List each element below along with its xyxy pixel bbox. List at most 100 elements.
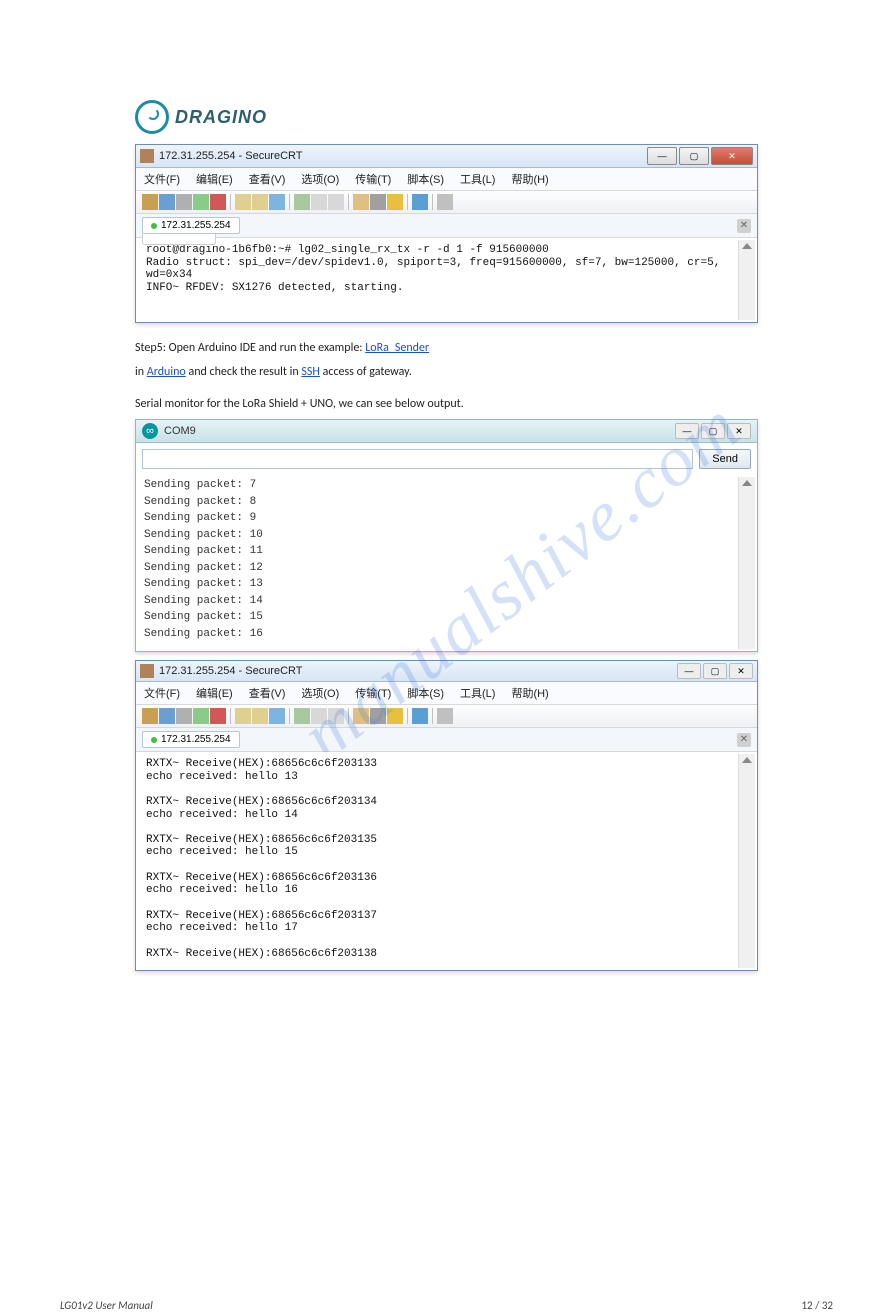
toolbar-icon[interactable] bbox=[159, 194, 175, 210]
maximize-button[interactable]: ▢ bbox=[703, 663, 727, 679]
terminal-lines: RXTX~ Receive(HEX):68656c6c6f203133 echo… bbox=[146, 758, 747, 960]
scrollbar[interactable] bbox=[738, 240, 755, 320]
serial-line: Sending packet: 16 bbox=[144, 626, 749, 643]
toolbar-icon[interactable] bbox=[387, 194, 403, 210]
terminal-output: RXTX~ Receive(HEX):68656c6c6f203133 echo… bbox=[136, 752, 757, 970]
toolbar-icon[interactable] bbox=[210, 194, 226, 210]
toolbar-icon[interactable] bbox=[412, 194, 428, 210]
minimize-button[interactable]: — bbox=[647, 147, 677, 165]
toolbar-icon[interactable] bbox=[269, 194, 285, 210]
separator-icon bbox=[432, 708, 433, 724]
link-ssh[interactable]: SSH bbox=[301, 365, 320, 379]
toolbar-icon[interactable] bbox=[252, 194, 268, 210]
toolbar-icon[interactable] bbox=[176, 194, 192, 210]
toolbar-icon[interactable] bbox=[142, 708, 158, 724]
toolbar-icon[interactable] bbox=[437, 194, 453, 210]
toolbar-icon[interactable] bbox=[269, 708, 285, 724]
menu-script[interactable]: 脚本(S) bbox=[407, 685, 444, 701]
footer: LG01v2 User Manual 12 / 32 bbox=[0, 1299, 893, 1312]
toolbar-icon[interactable] bbox=[370, 708, 386, 724]
titlebar: 172.31.255.254 - SecureCRT — ▢ ✕ bbox=[136, 661, 757, 682]
toolbar-icon[interactable] bbox=[294, 708, 310, 724]
toolbar-icon[interactable] bbox=[387, 708, 403, 724]
toolbar-icon[interactable] bbox=[353, 194, 369, 210]
close-button[interactable]: ✕ bbox=[727, 423, 751, 439]
toolbar bbox=[136, 705, 757, 728]
menu-options[interactable]: 选项(O) bbox=[301, 685, 339, 701]
close-tab-icon[interactable]: ✕ bbox=[737, 219, 751, 233]
session-tab[interactable]: 172.31.255.254 bbox=[142, 217, 240, 234]
close-tab-icon[interactable]: ✕ bbox=[737, 733, 751, 747]
serial-line: Sending packet: 8 bbox=[144, 494, 749, 511]
toolbar-icon[interactable] bbox=[252, 708, 268, 724]
tabbar: 172.31.255.254 ✕ bbox=[136, 728, 757, 752]
menu-edit[interactable]: 编辑(E) bbox=[196, 685, 233, 701]
toolbar-icon[interactable] bbox=[210, 708, 226, 724]
serial-input[interactable] bbox=[142, 449, 693, 469]
scroll-up-icon[interactable] bbox=[742, 480, 752, 486]
send-button[interactable]: Send bbox=[699, 449, 751, 469]
separator-icon bbox=[348, 194, 349, 210]
toolbar-icon[interactable] bbox=[353, 708, 369, 724]
minimize-button[interactable]: — bbox=[677, 663, 701, 679]
toolbar-icon[interactable] bbox=[294, 194, 310, 210]
paragraph: in Arduino and check the result in SSH a… bbox=[135, 363, 758, 381]
toolbar-icon[interactable] bbox=[328, 194, 344, 210]
serial-line: Sending packet: 11 bbox=[144, 543, 749, 560]
menu-tools[interactable]: 工具(L) bbox=[460, 171, 495, 187]
link-lora-sender[interactable]: LoRa_Sender bbox=[365, 341, 429, 355]
close-button[interactable]: ✕ bbox=[711, 147, 753, 165]
maximize-button[interactable]: ▢ bbox=[701, 423, 725, 439]
tabbar: 172.31.255.254 ✕ bbox=[136, 214, 757, 238]
toolbar-icon[interactable] bbox=[176, 708, 192, 724]
serial-line: Sending packet: 13 bbox=[144, 576, 749, 593]
close-button[interactable]: ✕ bbox=[729, 663, 753, 679]
menu-help[interactable]: 帮助(H) bbox=[511, 171, 548, 187]
menu-tools[interactable]: 工具(L) bbox=[460, 685, 495, 701]
separator-icon bbox=[230, 708, 231, 724]
toolbar-icon[interactable] bbox=[235, 194, 251, 210]
minimize-button[interactable]: — bbox=[675, 423, 699, 439]
scroll-up-icon[interactable] bbox=[742, 757, 752, 763]
arduino-serial-window: ∞ COM9 — ▢ ✕ Send Sending packet: 7 Send… bbox=[135, 419, 758, 652]
tab-label: 172.31.255.254 bbox=[161, 220, 231, 231]
toolbar-icon[interactable] bbox=[328, 708, 344, 724]
logo-text: DRAGINO bbox=[175, 107, 267, 128]
terminal-output: root@dragino-1b6fb0:~# lg02_single_rx_tx… bbox=[136, 238, 757, 322]
menu-edit[interactable]: 编辑(E) bbox=[196, 171, 233, 187]
scrollbar[interactable] bbox=[738, 754, 755, 968]
toolbar-icon[interactable] bbox=[311, 194, 327, 210]
tab-stub bbox=[142, 234, 216, 245]
toolbar-icon[interactable] bbox=[311, 708, 327, 724]
toolbar-icon[interactable] bbox=[142, 194, 158, 210]
toolbar-icon[interactable] bbox=[235, 708, 251, 724]
maximize-button[interactable]: ▢ bbox=[679, 147, 709, 165]
securecrt-window-2: 172.31.255.254 - SecureCRT — ▢ ✕ 文件(F) 编… bbox=[135, 660, 758, 971]
menu-file[interactable]: 文件(F) bbox=[144, 685, 180, 701]
menu-view[interactable]: 查看(V) bbox=[249, 171, 286, 187]
menu-options[interactable]: 选项(O) bbox=[301, 171, 339, 187]
serial-line: Sending packet: 7 bbox=[144, 477, 749, 494]
menu-script[interactable]: 脚本(S) bbox=[407, 171, 444, 187]
scrollbar[interactable] bbox=[738, 477, 755, 649]
serial-line: Sending packet: 12 bbox=[144, 560, 749, 577]
toolbar-icon[interactable] bbox=[412, 708, 428, 724]
toolbar-icon[interactable] bbox=[193, 708, 209, 724]
toolbar-icon[interactable] bbox=[370, 194, 386, 210]
link-arduino[interactable]: Arduino bbox=[147, 365, 186, 379]
separator-icon bbox=[407, 194, 408, 210]
menu-help[interactable]: 帮助(H) bbox=[511, 685, 548, 701]
window-title: COM9 bbox=[164, 425, 673, 437]
menu-view[interactable]: 查看(V) bbox=[249, 685, 286, 701]
logo-icon bbox=[135, 100, 169, 134]
menu-file[interactable]: 文件(F) bbox=[144, 171, 180, 187]
toolbar-icon[interactable] bbox=[437, 708, 453, 724]
menu-transfer[interactable]: 传输(T) bbox=[355, 171, 391, 187]
scroll-up-icon[interactable] bbox=[742, 243, 752, 249]
toolbar-icon[interactable] bbox=[159, 708, 175, 724]
arduino-icon: ∞ bbox=[142, 423, 158, 439]
toolbar-icon[interactable] bbox=[193, 194, 209, 210]
footer-left: LG01v2 User Manual bbox=[60, 1299, 153, 1312]
session-tab[interactable]: 172.31.255.254 bbox=[142, 731, 240, 748]
menu-transfer[interactable]: 传输(T) bbox=[355, 685, 391, 701]
